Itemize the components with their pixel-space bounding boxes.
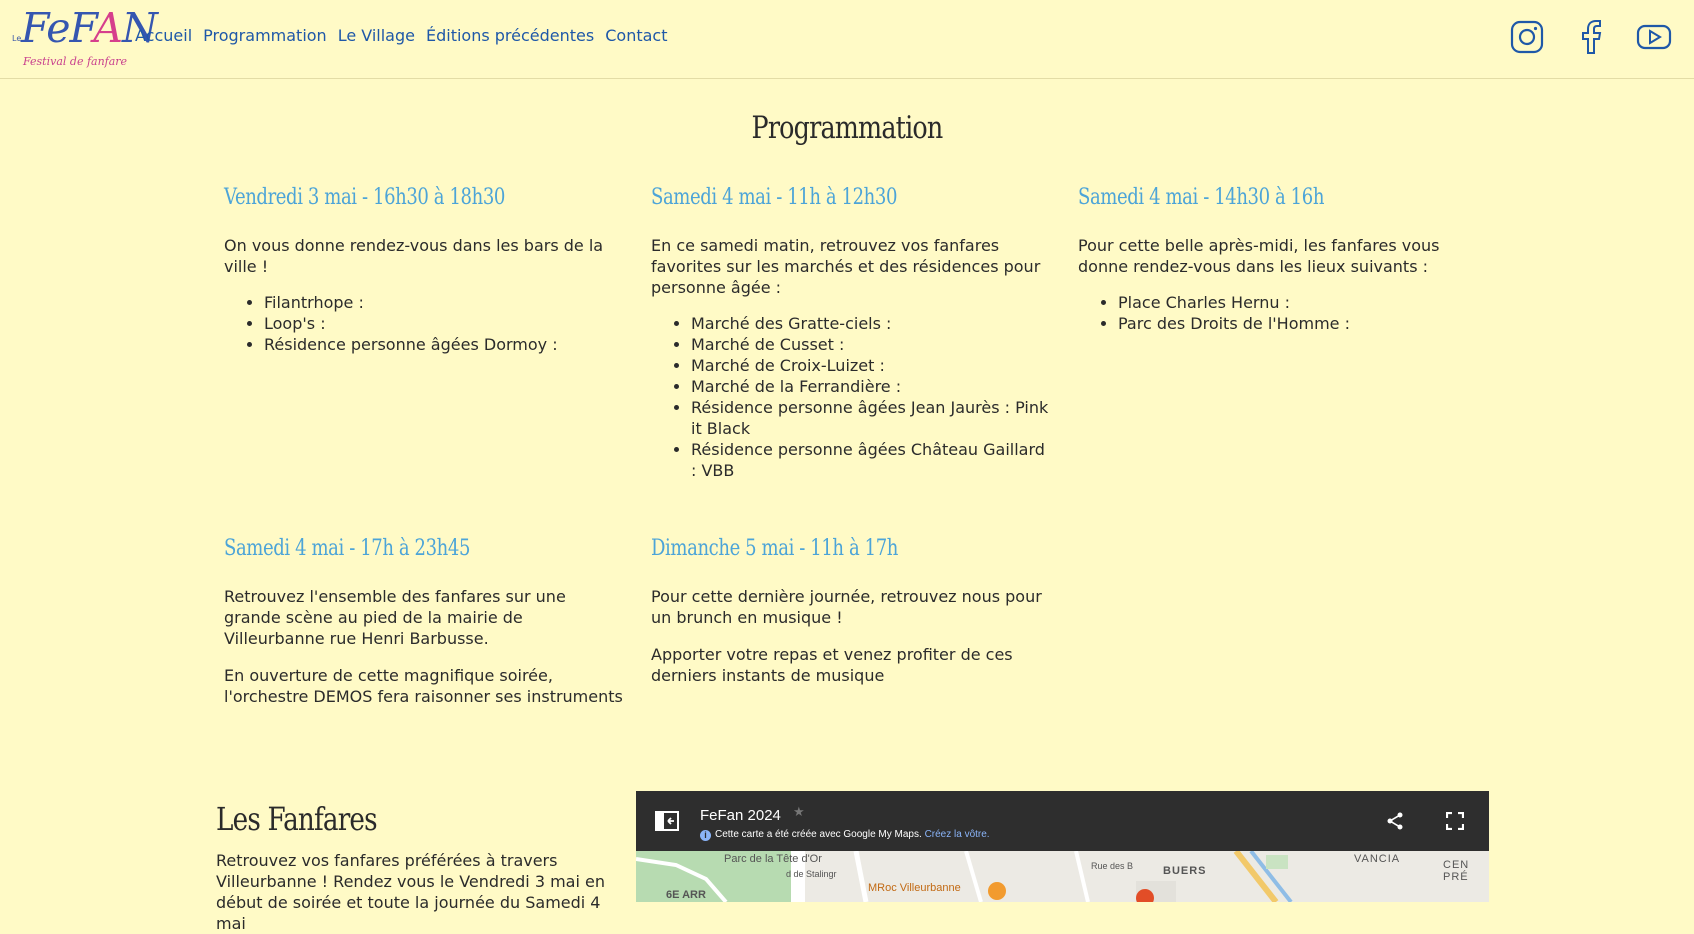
fanfares-description: Retrouvez vos fanfares préférées à trave…	[216, 851, 605, 933]
list-item: Parc des Droits de l'Homme :	[1118, 313, 1478, 334]
day-card-dimanche: Dimanche 5 mai - 11h à 17h Pour cette de…	[651, 538, 1051, 686]
list-item: Résidence personne âgées Château Gaillar…	[691, 439, 1051, 481]
map-label: Rue des B	[1091, 861, 1134, 871]
map-canvas[interactable]: Parc de la Tête d'Or 6E ARR MRoc Villeur…	[636, 851, 1489, 902]
map-label: 6E ARR	[666, 889, 706, 901]
facebook-icon[interactable]	[1579, 20, 1603, 54]
logo-prefix: Le	[12, 34, 22, 43]
day-title: Dimanche 5 mai - 11h à 17h	[651, 536, 898, 561]
day-description: Retrouvez l'ensemble des fanfares sur un…	[224, 587, 566, 648]
site-header: Le FeFAN Festival de fanfare Accueil Pro…	[0, 0, 1694, 79]
day-description: En ce samedi matin, retrouvez vos fanfar…	[651, 236, 1041, 297]
google-map-embed[interactable]: FeFan 2024 ★ i Cette carte a été créée av…	[636, 791, 1489, 902]
nav-le-village[interactable]: Le Village	[338, 26, 415, 45]
share-icon[interactable]	[1386, 812, 1404, 834]
map-label: d de Stalingr	[786, 869, 837, 879]
list-item: Filantrhope :	[264, 292, 624, 313]
instagram-icon[interactable]	[1510, 20, 1544, 54]
day-title: Samedi 4 mai - 17h à 23h45	[224, 536, 471, 561]
info-icon: i	[700, 830, 711, 841]
list-item: Marché des Gratte-ciels :	[691, 313, 1051, 334]
day-title: Samedi 4 mai - 11h à 12h30	[651, 185, 898, 210]
map-legend-toggle-icon[interactable]	[655, 811, 679, 835]
fullscreen-icon[interactable]	[1445, 811, 1465, 834]
venue-list: Place Charles Hernu : Parc des Droits de…	[1078, 292, 1478, 334]
list-item: Place Charles Hernu :	[1118, 292, 1478, 313]
create-map-link[interactable]: Créez la vôtre.	[925, 829, 990, 840]
list-item: Résidence personne âgées Jean Jaurès : P…	[691, 397, 1051, 439]
map-label: MRoc Villeurbanne	[868, 882, 961, 894]
venue-list: Filantrhope : Loop's : Résidence personn…	[224, 292, 624, 355]
nav-contact[interactable]: Contact	[605, 26, 667, 45]
star-icon[interactable]: ★	[793, 805, 805, 820]
venue-list: Marché des Gratte-ciels : Marché de Cuss…	[651, 313, 1051, 481]
youtube-icon[interactable]	[1636, 20, 1672, 54]
day-card-samedi-matin: Samedi 4 mai - 11h à 12h30 En ce samedi …	[651, 187, 1051, 481]
logo-tagline: Festival de fanfare	[23, 55, 128, 68]
list-item: Résidence personne âgées Dormoy :	[264, 334, 624, 355]
map-toolbar: FeFan 2024 ★ i Cette carte a été créée av…	[636, 791, 1489, 851]
map-label: VANCIA	[1354, 853, 1401, 865]
programmation-title: Programmation	[751, 110, 944, 146]
day-card-vendredi: Vendredi 3 mai - 16h30 à 18h30 On vous d…	[224, 187, 624, 355]
main-nav: Accueil Programmation Le Village Édition…	[135, 26, 667, 45]
map-label: CEN PRÉ	[1443, 859, 1470, 883]
map-info: i Cette carte a été créée avec Google My …	[700, 829, 990, 841]
nav-editions-precedentes[interactable]: Éditions précédentes	[426, 26, 594, 45]
map-label: BUERS	[1163, 865, 1207, 877]
day-description: On vous donne rendez-vous dans les bars …	[224, 236, 604, 276]
fanfares-title: Les Fanfares	[216, 800, 378, 838]
day-title: Vendredi 3 mai - 16h30 à 18h30	[224, 185, 505, 210]
day-card-samedi-soir: Samedi 4 mai - 17h à 23h45 Retrouvez l'e…	[224, 538, 624, 707]
fefan-logo[interactable]: Le FeFAN Festival de fanfare	[10, 4, 158, 70]
day-description: Pour cette dernière journée, retrouvez n…	[651, 587, 1042, 627]
list-item: Marché de la Ferrandière :	[691, 376, 1051, 397]
day-description: Pour cette belle après-midi, les fanfare…	[1078, 236, 1440, 276]
list-item: Loop's :	[264, 313, 624, 334]
day-description: En ouverture de cette magnifique soirée,…	[224, 666, 623, 706]
day-card-samedi-apres-midi: Samedi 4 mai - 14h30 à 16h Pour cette be…	[1078, 187, 1478, 334]
day-title: Samedi 4 mai - 14h30 à 16h	[1078, 185, 1325, 210]
map-label: Parc de la Tête d'Or	[724, 853, 822, 865]
nav-programmation[interactable]: Programmation	[203, 26, 327, 45]
nav-accueil[interactable]: Accueil	[135, 26, 192, 45]
day-description: Apporter votre repas et venez profiter d…	[651, 645, 1013, 685]
list-item: Marché de Croix-Luizet :	[691, 355, 1051, 376]
map-title: FeFan 2024	[700, 807, 781, 824]
list-item: Marché de Cusset :	[691, 334, 1051, 355]
